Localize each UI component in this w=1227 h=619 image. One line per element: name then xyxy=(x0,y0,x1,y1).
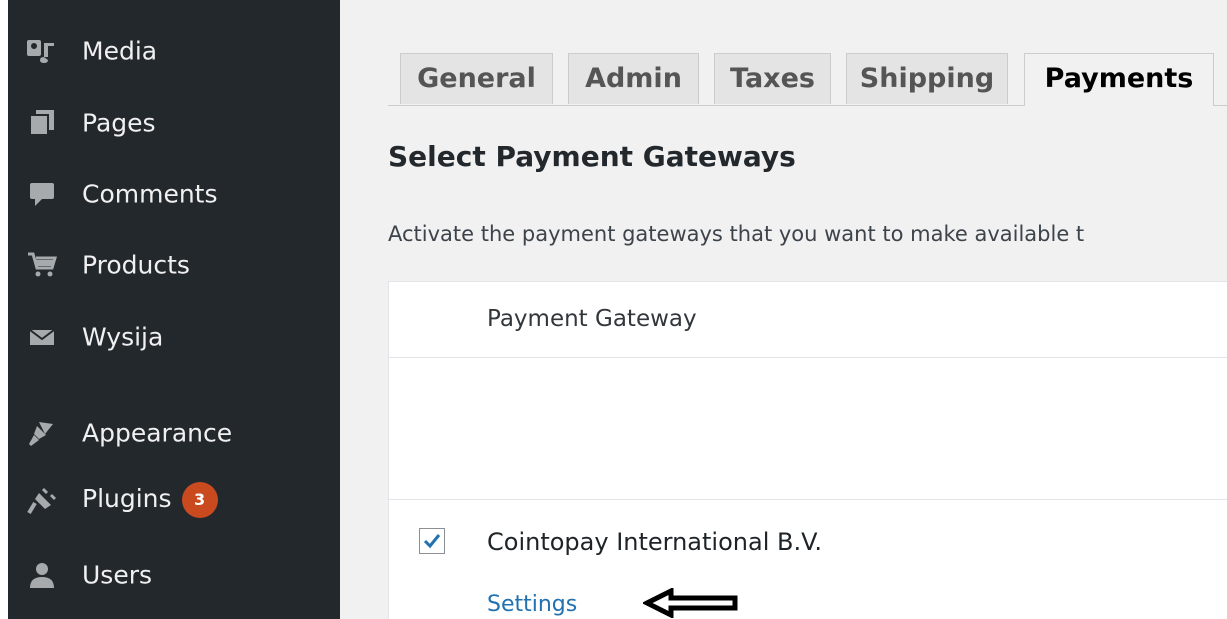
pages-icon xyxy=(26,107,58,139)
tab-taxes[interactable]: Taxes xyxy=(714,53,831,104)
tab-shipping[interactable]: Shipping xyxy=(846,53,1008,104)
column-header-payment-gateway: Payment Gateway xyxy=(487,306,697,332)
sidebar-item-label: Users xyxy=(82,560,153,590)
arrow-left-icon xyxy=(641,586,739,619)
page-title: Select Payment Gateways xyxy=(388,140,796,173)
gateway-name: Cointopay International B.V. xyxy=(487,528,823,556)
sidebar-item-wysija[interactable]: Wysija xyxy=(8,309,340,365)
admin-sidebar: Media Pages Comments Products Wysija App… xyxy=(8,0,340,619)
gateway-enable-checkbox[interactable] xyxy=(419,528,445,554)
sidebar-item-label: Pages xyxy=(82,108,156,138)
payment-gateway-table: Payment Gateway Cointopay International … xyxy=(388,281,1227,619)
sidebar-item-label: Appearance xyxy=(82,418,233,448)
sidebar-item-media[interactable]: Media xyxy=(8,23,340,79)
sidebar-item-label: Products xyxy=(82,250,190,280)
sidebar-item-label: Media xyxy=(82,36,158,66)
main-content: General Admin Taxes Shipping Payments Se… xyxy=(340,0,1227,619)
sidebar-item-users[interactable]: Users xyxy=(8,547,340,603)
sidebar-item-label: Wysija xyxy=(82,322,164,352)
sidebar-item-products[interactable]: Products xyxy=(8,237,340,293)
page-description: Activate the payment gateways that you w… xyxy=(388,222,1085,246)
row-divider xyxy=(389,499,1227,500)
gateway-settings-link[interactable]: Settings xyxy=(487,592,577,617)
media-icon xyxy=(26,35,58,67)
envelope-icon xyxy=(26,321,58,353)
paintbrush-icon xyxy=(26,417,58,449)
checkmark-icon xyxy=(423,534,441,549)
comments-icon xyxy=(26,178,58,210)
sidebar-item-pages[interactable]: Pages xyxy=(8,95,340,151)
update-count-badge: 3 xyxy=(181,482,218,518)
cart-icon xyxy=(26,249,58,281)
sidebar-item-label: Plugins xyxy=(82,484,172,513)
table-header: Payment Gateway xyxy=(389,282,1227,358)
tab-payments[interactable]: Payments xyxy=(1024,53,1214,106)
sidebar-item-label: Comments xyxy=(82,179,218,209)
tab-admin[interactable]: Admin xyxy=(568,53,699,104)
sidebar-item-plugins[interactable]: Plugins 3 xyxy=(8,472,340,528)
sidebar-item-appearance[interactable]: Appearance xyxy=(8,405,340,461)
tab-general[interactable]: General xyxy=(400,53,553,104)
settings-tabs: General Admin Taxes Shipping Payments xyxy=(388,53,1227,106)
sidebar-item-comments[interactable]: Comments xyxy=(8,166,340,222)
plug-icon xyxy=(26,484,58,516)
users-icon xyxy=(26,559,58,591)
